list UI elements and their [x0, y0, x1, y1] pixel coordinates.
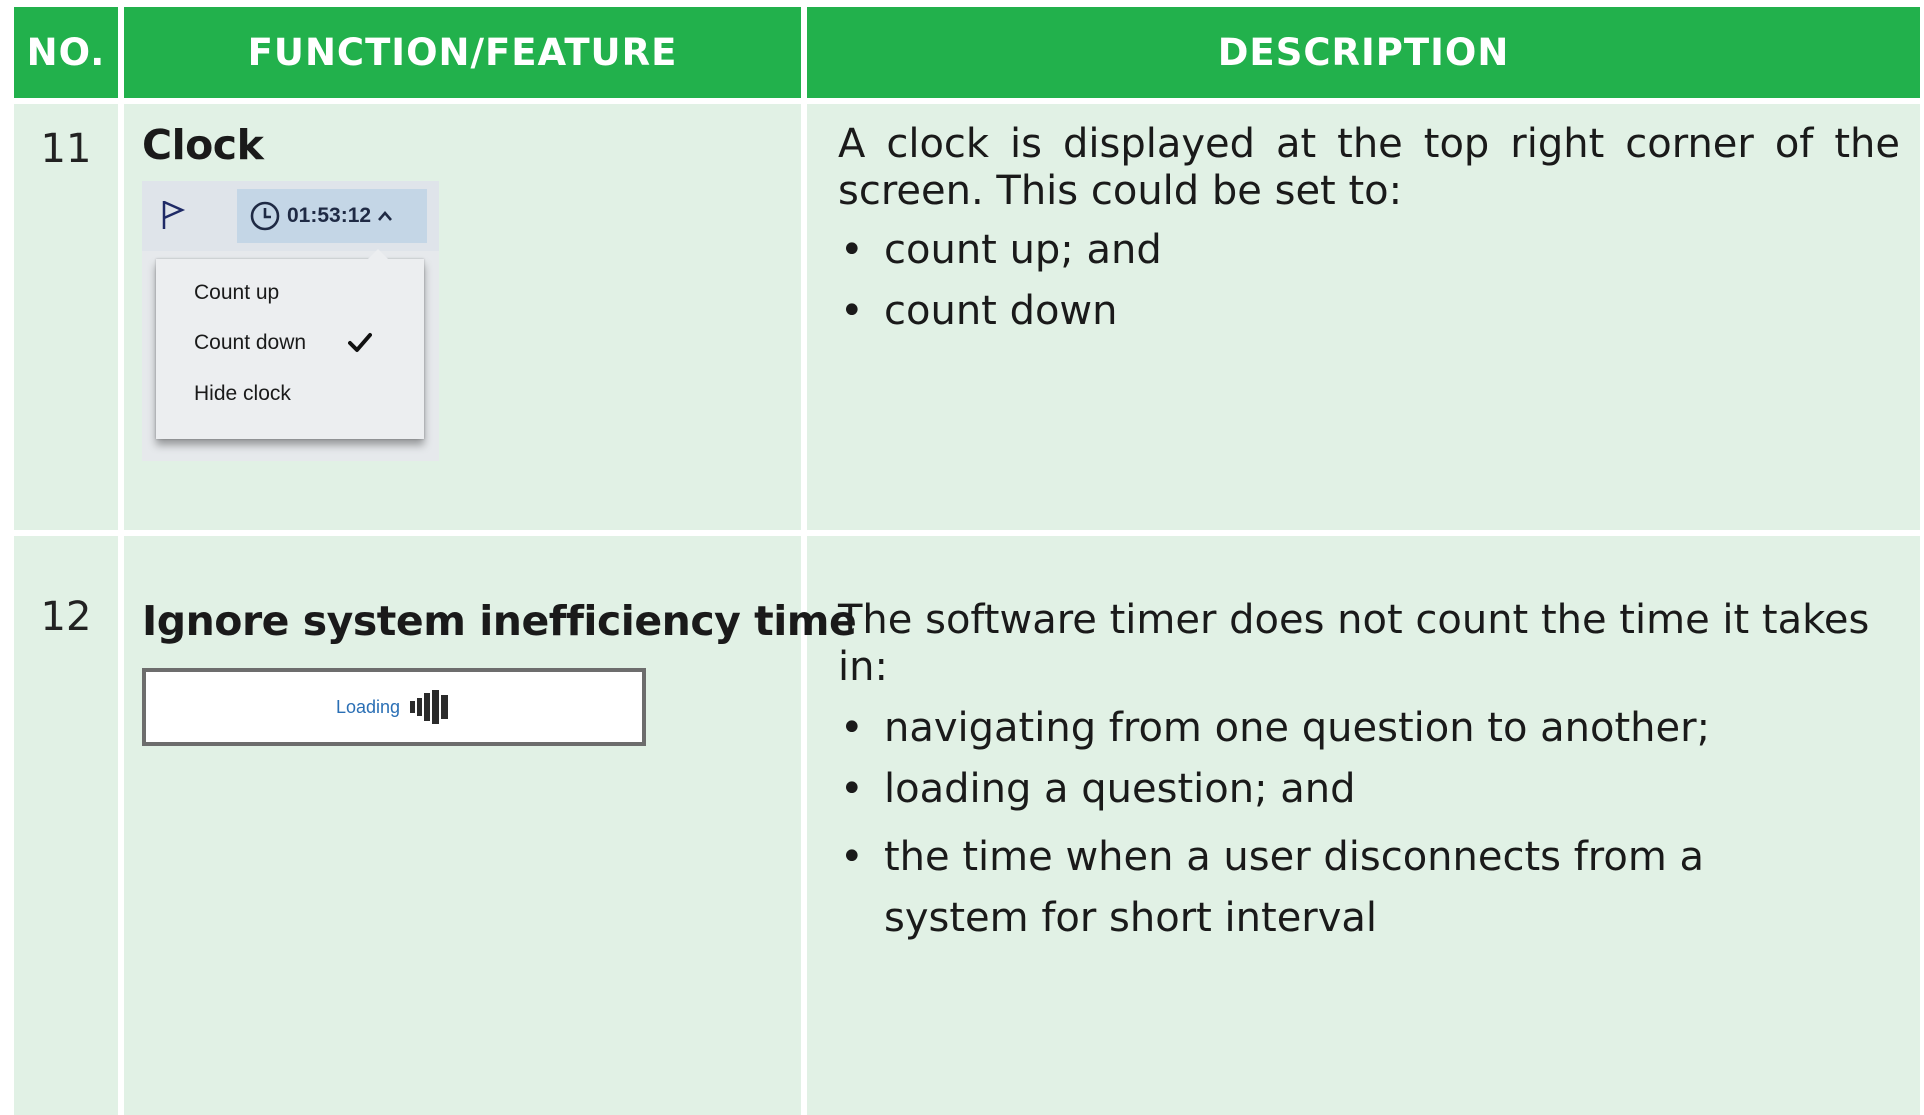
check-icon — [348, 333, 372, 352]
row-12-bullet-list: • navigating from one question to anothe… — [838, 705, 1900, 949]
menu-pointer — [368, 249, 388, 259]
list-item-text: the time when a user disconnects from a … — [884, 834, 1705, 941]
clock-toolbar: 01:53:12 — [142, 181, 439, 251]
loading-label: Loading — [335, 696, 401, 717]
list-item-text: loading a question; and — [884, 766, 1356, 812]
flag-icon[interactable] — [160, 199, 186, 231]
row-12-number-cell: 12 — [14, 536, 118, 1115]
loading-indicator: Loading — [142, 668, 646, 746]
row-11-feature-title: Clock — [142, 121, 264, 169]
bullet-icon: • — [840, 834, 864, 880]
clock-time: 01:53:12 — [287, 204, 372, 227]
menu-item-count-down[interactable]: Count down — [194, 331, 306, 355]
row-12-number: 12 — [40, 594, 92, 640]
row-11-description: A clock is displayed at the top right co… — [838, 121, 1900, 335]
list-item: • count down — [838, 288, 1900, 335]
header-description-label: DESCRIPTION — [1217, 31, 1510, 74]
clock-icon — [250, 201, 280, 231]
row-12-feature-title: Ignore system inefficiency time — [142, 597, 857, 645]
row-12-description: The software timer does not count the ti… — [838, 597, 1900, 949]
row-11-bullet-list: • count up; and • count down — [838, 227, 1900, 335]
list-item: • the time when a user disconnects from … — [838, 827, 1744, 949]
header-no-label: NO. — [26, 31, 106, 74]
header-function: FUNCTION/FEATURE — [124, 7, 801, 98]
list-item: • count up; and — [838, 227, 1900, 274]
loading-bars-icon — [410, 690, 449, 724]
list-item: • navigating from one question to anothe… — [838, 705, 1900, 752]
bullet-icon: • — [840, 705, 864, 751]
list-item-text: count down — [884, 288, 1118, 334]
clock-dropdown-menu: Count up Count down Hide clock — [156, 249, 424, 439]
menu-item-count-up[interactable]: Count up — [194, 281, 279, 305]
row-11-number-cell: 11 — [14, 104, 118, 530]
header-no: NO. — [14, 7, 118, 98]
header-function-label: FUNCTION/FEATURE — [247, 31, 678, 74]
bullet-icon: • — [840, 288, 864, 334]
list-item-text: navigating from one question to another; — [884, 705, 1711, 751]
list-item: • loading a question; and — [838, 766, 1900, 813]
header-description: DESCRIPTION — [807, 7, 1920, 98]
row-12-description-intro: The software timer does not count the ti… — [838, 597, 1870, 690]
clock-widget-screenshot: 01:53:12 Count up Count down Hide clock — [142, 181, 439, 461]
menu-item-hide-clock[interactable]: Hide clock — [194, 382, 291, 406]
list-item-text: count up; and — [884, 227, 1162, 273]
row-11-number: 11 — [40, 126, 92, 172]
bullet-icon: • — [840, 227, 864, 273]
bullet-icon: • — [840, 766, 864, 812]
chevron-up-icon — [378, 211, 393, 221]
clock-button[interactable]: 01:53:12 — [237, 189, 427, 243]
row-11-description-intro: A clock is displayed at the top right co… — [838, 121, 1900, 214]
